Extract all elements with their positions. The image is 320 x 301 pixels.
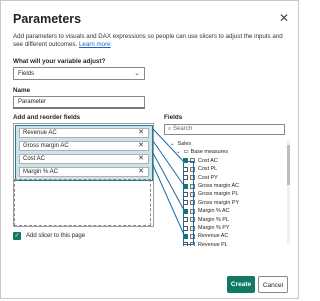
chip-label: Margin % AC — [23, 169, 59, 175]
checkmark-icon[interactable]: ✓ — [13, 232, 21, 240]
tree-item-label: Gross margin PL — [198, 191, 239, 198]
tree-folder[interactable]: ⌄ ▭ Base measures — [176, 148, 228, 156]
fields-label: Fields — [164, 114, 183, 121]
remove-icon[interactable]: ✕ — [138, 155, 144, 163]
search-placeholder: Search — [173, 126, 193, 132]
tree-item-label: Revenue PL — [198, 241, 228, 246]
chip-label: Cost AC — [23, 156, 46, 162]
tree-scrollbar[interactable] — [287, 140, 290, 244]
close-icon[interactable]: ✕ — [279, 11, 289, 25]
slicer-label: Add slicer to this page — [26, 233, 86, 239]
tree-table[interactable]: ⌄ Sales — [170, 140, 191, 148]
search-input[interactable]: ⌕ Search — [164, 124, 285, 135]
cancel-button[interactable]: Cancel — [258, 276, 288, 293]
remove-icon[interactable]: ✕ — [138, 142, 144, 150]
tree-item-label: Gross margin PY — [198, 199, 240, 206]
remove-icon[interactable]: ✕ — [138, 168, 144, 176]
tree-item-label: Cost PL — [198, 166, 218, 173]
tree-item-label: Cost AC — [198, 157, 218, 164]
tree-item-label: Gross margin AC — [198, 183, 240, 189]
add-fields-label: Add and reorder fields — [13, 114, 81, 121]
search-icon: ⌕ — [168, 126, 172, 132]
scrollbar-thumb[interactable] — [287, 145, 290, 185]
description-text: Add parameters to visuals and DAX expres… — [13, 33, 283, 48]
field-chip[interactable]: Margin % AC ✕ — [19, 167, 149, 177]
tree-item-label: Sales — [177, 141, 192, 147]
dialog-title: Parameters — [13, 12, 82, 26]
chip-label: Gross margin AC — [23, 143, 69, 149]
field-chip[interactable]: Revenue AC ✕ — [19, 128, 149, 138]
fields-drop-area[interactable]: Revenue AC ✕ Gross margin AC ✕ Cost AC ✕… — [13, 123, 154, 227]
tree-item-label: Revenue AC — [198, 233, 229, 240]
chevron-down-icon[interactable]: ⌄ — [176, 148, 181, 156]
variable-select[interactable]: Fields ⌄ — [13, 67, 145, 80]
name-input[interactable]: Parameter — [13, 96, 145, 109]
drop-zone[interactable] — [14, 179, 151, 226]
tree-item-label: Margin % AC — [198, 208, 230, 215]
chevron-down-icon[interactable]: ⌄ — [170, 140, 175, 148]
tree-item-label: Margin % PL — [198, 216, 229, 223]
create-button[interactable]: Create — [227, 276, 255, 293]
field-chip[interactable]: Gross margin AC ✕ — [19, 141, 149, 151]
chevron-down-icon: ⌄ — [134, 70, 140, 77]
tree-item-label: Base measures — [190, 149, 229, 156]
tree-item-label: Cost PY — [198, 174, 218, 181]
tree-item-label: Margin % PY — [198, 225, 230, 231]
dialog-description: Add parameters to visuals and DAX expres… — [13, 33, 283, 49]
folder-icon: ▭ — [183, 149, 189, 156]
selected-checkboxes-highlight — [183, 161, 194, 245]
learn-more-link[interactable]: Learn more — [79, 41, 111, 48]
name-label: Name — [13, 87, 31, 94]
chip-label: Revenue AC — [23, 130, 57, 136]
parameters-dialog: Parameters ✕ Add parameters to visuals a… — [0, 0, 299, 299]
variable-label: What will your variable adjust? — [13, 58, 106, 65]
field-chip[interactable]: Cost AC ✕ — [19, 154, 149, 164]
add-slicer-option[interactable]: ✓ Add slicer to this page — [13, 232, 85, 240]
remove-icon[interactable]: ✕ — [138, 129, 144, 137]
selected-fields-highlight: Revenue AC ✕ Gross margin AC ✕ Cost AC ✕… — [15, 125, 153, 181]
variable-value: Fields — [18, 71, 35, 77]
